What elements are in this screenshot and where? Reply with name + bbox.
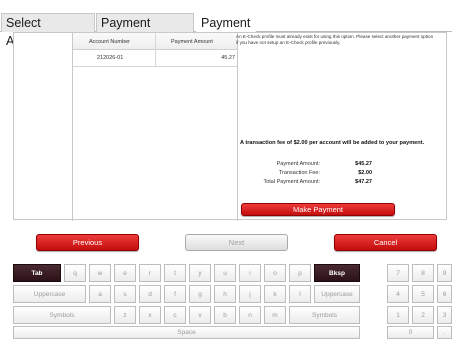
header-payment-amount: Payment Amount <box>171 39 213 45</box>
key-num-5[interactable]: 5 <box>412 285 434 303</box>
key-backspace[interactable]: Bksp <box>314 264 360 282</box>
tab-bar: Select Accounts Payment Amounts Payment <box>0 0 452 48</box>
key-s[interactable]: s <box>114 285 136 303</box>
key-num-0[interactable]: 0 <box>387 326 434 339</box>
key-u[interactable]: u <box>214 264 236 282</box>
key-e[interactable]: e <box>114 264 136 282</box>
key-c[interactable]: c <box>164 306 186 324</box>
key-num-9[interactable]: 9 <box>437 264 452 282</box>
tab-payment[interactable]: Payment <box>196 13 256 32</box>
key-space[interactable]: Space <box>13 326 360 339</box>
key-z[interactable]: z <box>114 306 136 324</box>
summary-value-total: $47.27 <box>355 179 372 185</box>
tab-select-accounts[interactable]: Select Accounts <box>1 13 95 48</box>
key-m[interactable]: m <box>264 306 286 324</box>
accounts-grid: Account Number Payment Amount 212026-01 … <box>72 33 238 221</box>
next-button[interactable]: Next <box>185 234 288 251</box>
summary-label-fee: Transaction Fee: <box>278 170 320 176</box>
key-uppercase-right[interactable]: Uppercase <box>314 285 360 303</box>
key-f[interactable]: f <box>164 285 186 303</box>
column-divider <box>155 33 156 67</box>
summary-label-total: Total Payment Amount: <box>263 179 320 185</box>
key-r[interactable]: r <box>139 264 161 282</box>
echeck-notice: An E-Check profile must already exist fo… <box>236 34 434 45</box>
key-num-3[interactable]: 3 <box>437 306 452 324</box>
key-g[interactable]: g <box>189 285 211 303</box>
key-n[interactable]: n <box>239 306 261 324</box>
key-tab[interactable]: Tab <box>13 264 61 282</box>
key-uppercase-left[interactable]: Uppercase <box>13 285 86 303</box>
cell-account-number: 212026-01 <box>97 55 124 61</box>
key-num-6[interactable]: 6 <box>437 285 452 303</box>
header-account-number: Account Number <box>89 39 130 45</box>
key-l[interactable]: l <box>289 285 311 303</box>
key-p[interactable]: p <box>289 264 311 282</box>
key-a[interactable]: a <box>89 285 111 303</box>
cancel-button[interactable]: Cancel <box>334 234 437 251</box>
key-num-1[interactable]: 1 <box>387 306 409 324</box>
key-num-decimal[interactable]: . <box>437 326 452 339</box>
row-divider <box>73 66 237 67</box>
key-num-7[interactable]: 7 <box>387 264 409 282</box>
key-t[interactable]: t <box>164 264 186 282</box>
key-num-2[interactable]: 2 <box>412 306 434 324</box>
key-y[interactable]: y <box>189 264 211 282</box>
key-k[interactable]: k <box>264 285 286 303</box>
key-q[interactable]: q <box>64 264 86 282</box>
key-i[interactable]: i <box>239 264 261 282</box>
payment-panel: Account Number Payment Amount 212026-01 … <box>13 32 447 221</box>
key-h[interactable]: h <box>214 285 236 303</box>
make-payment-button[interactable]: Make Payment <box>241 203 395 216</box>
key-num-4[interactable]: 4 <box>387 285 409 303</box>
transaction-fee-notice: A transaction fee of $2.00 per account w… <box>240 140 425 146</box>
key-num-8[interactable]: 8 <box>412 264 434 282</box>
key-b[interactable]: b <box>214 306 236 324</box>
tab-payment-amounts[interactable]: Payment Amounts <box>96 13 194 48</box>
key-v[interactable]: v <box>189 306 211 324</box>
summary-value-payment: $45.27 <box>355 161 372 167</box>
key-x[interactable]: x <box>139 306 161 324</box>
cell-payment-amount: 45.27 <box>221 55 235 61</box>
summary-value-fee: $2.00 <box>358 170 372 176</box>
key-symbols-right[interactable]: Symbols <box>289 306 360 324</box>
summary-label-payment: Payment Amount: <box>276 161 320 167</box>
key-symbols-left[interactable]: Symbols <box>13 306 111 324</box>
key-j[interactable]: j <box>239 285 261 303</box>
key-o[interactable]: o <box>264 264 286 282</box>
key-d[interactable]: d <box>139 285 161 303</box>
previous-button[interactable]: Previous <box>36 234 139 251</box>
key-w[interactable]: w <box>89 264 111 282</box>
